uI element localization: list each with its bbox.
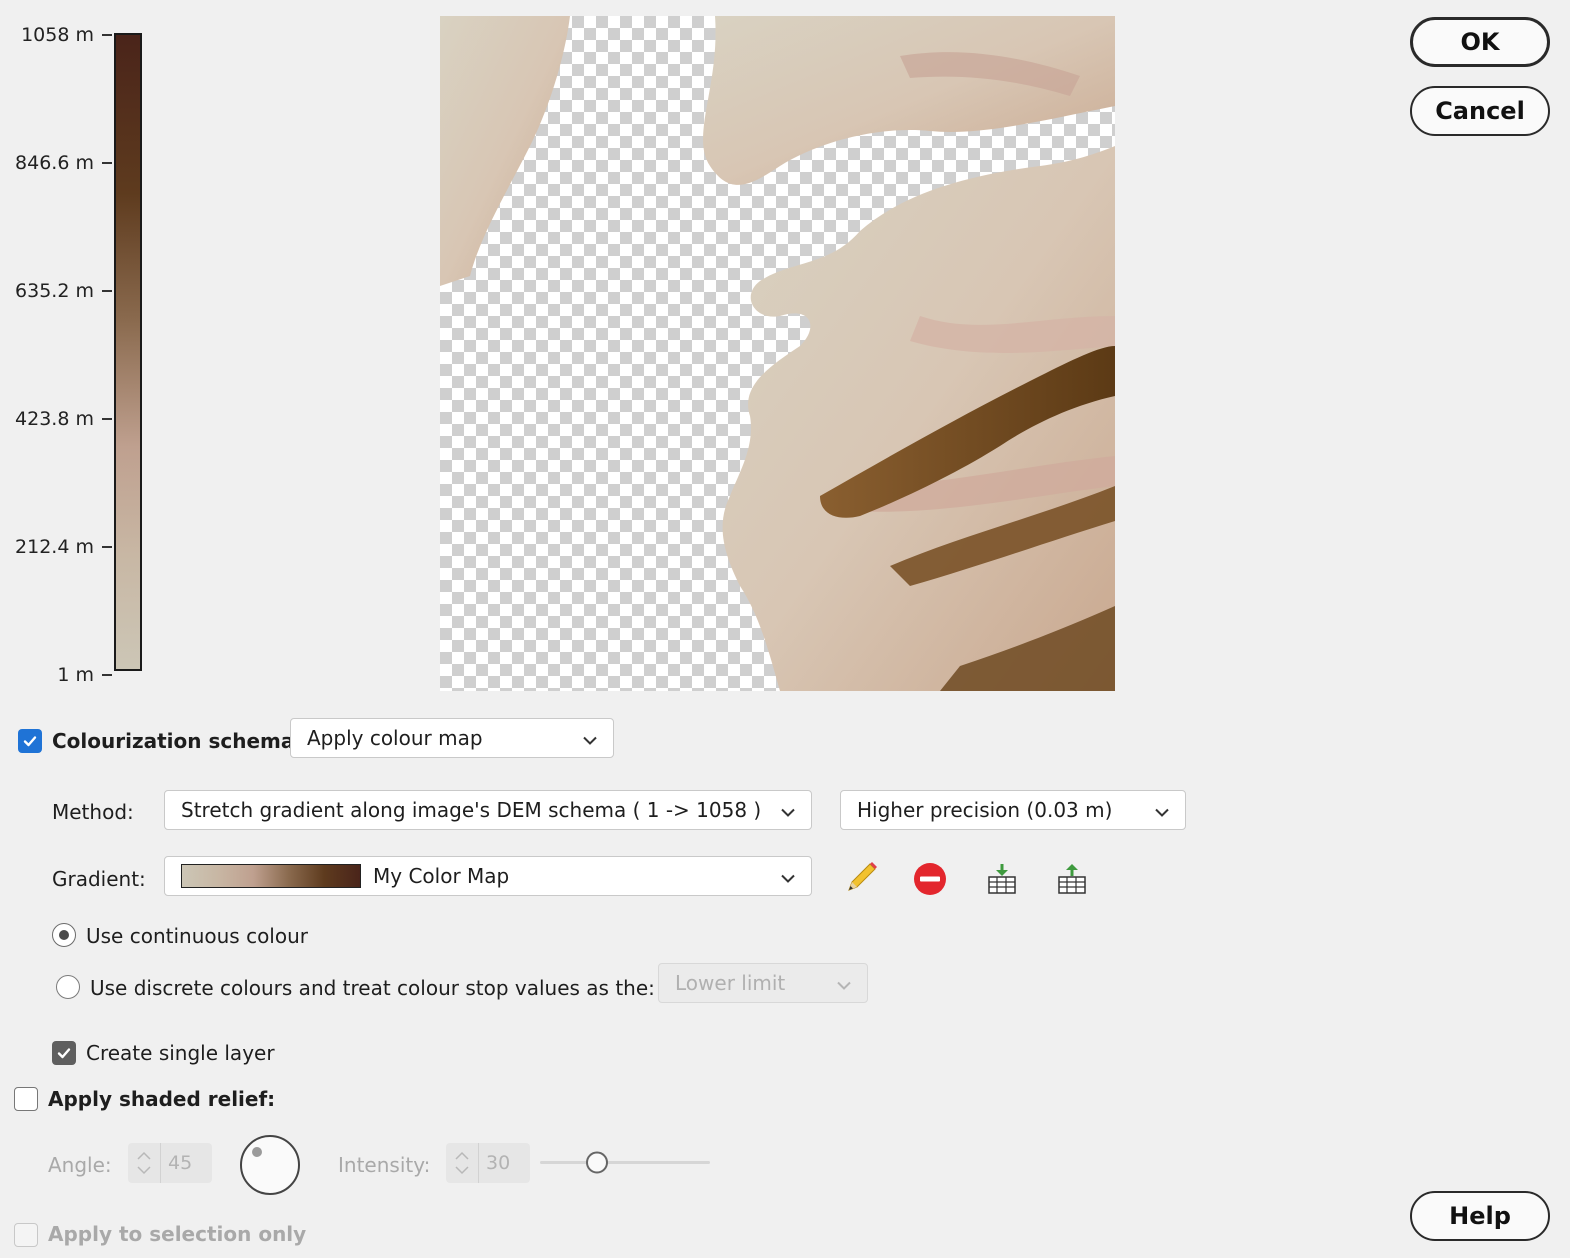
gradient-value: My Color Map — [373, 864, 510, 888]
chevron-down-icon — [781, 798, 795, 822]
colourization-schema-value: Apply colour map — [307, 726, 483, 750]
colourization-schema-select[interactable]: Apply colour map — [290, 718, 614, 758]
legend-tick-label: 423.8 m — [15, 408, 94, 430]
gradient-select[interactable]: My Color Map — [164, 856, 812, 896]
legend-tick-label: 212.4 m — [15, 536, 94, 558]
legend-tick-mark — [102, 674, 112, 676]
legend-tick-mark — [102, 34, 112, 36]
intensity-label: Intensity: — [338, 1153, 431, 1177]
limit-select[interactable]: Lower limit — [658, 963, 868, 1003]
dem-preview-image — [440, 16, 1115, 691]
method-value: Stretch gradient along image's DEM schem… — [181, 798, 762, 822]
intensity-stepper[interactable]: 30 — [446, 1143, 530, 1183]
intensity-value: 30 — [486, 1152, 511, 1174]
limit-value: Lower limit — [675, 971, 786, 995]
discrete-colour-radio[interactable] — [56, 975, 80, 999]
chevron-down-icon — [583, 726, 597, 750]
precision-select[interactable]: Higher precision (0.03 m) — [840, 790, 1186, 830]
precision-value: Higher precision (0.03 m) — [857, 798, 1113, 822]
angle-value: 45 — [168, 1152, 193, 1174]
elevation-legend-bar — [114, 33, 142, 671]
discrete-colour-label: Use discrete colours and treat colour st… — [90, 976, 655, 1000]
legend-tick-label: 1058 m — [21, 24, 94, 46]
legend-tick-label: 846.6 m — [15, 152, 94, 174]
method-label: Method: — [52, 800, 134, 824]
chevron-down-icon — [837, 971, 851, 995]
angle-dial[interactable] — [239, 1134, 301, 1196]
angle-label: Angle: — [48, 1153, 112, 1177]
checkmark-icon — [57, 1048, 71, 1059]
shaded-relief-label: Apply shaded relief: — [48, 1087, 276, 1111]
stepper-arrows-icon[interactable] — [446, 1143, 479, 1183]
remove-icon[interactable] — [912, 861, 948, 897]
help-button[interactable]: Help — [1410, 1191, 1550, 1241]
legend-tick-mark — [102, 162, 112, 164]
shaded-relief-checkbox[interactable] — [14, 1087, 38, 1111]
selection-only-checkbox[interactable] — [14, 1223, 38, 1247]
selection-only-label: Apply to selection only — [48, 1222, 307, 1246]
method-select[interactable]: Stretch gradient along image's DEM schem… — [164, 790, 812, 830]
import-table-icon[interactable] — [984, 862, 1020, 898]
intensity-slider[interactable] — [540, 1150, 710, 1176]
angle-stepper[interactable]: 45 — [128, 1143, 212, 1183]
cancel-button[interactable]: Cancel — [1410, 86, 1550, 136]
stepper-arrows-icon[interactable] — [128, 1143, 161, 1183]
legend-tick-label: 1 m — [57, 664, 94, 686]
export-table-icon[interactable] — [1054, 862, 1090, 898]
gradient-swatch — [181, 864, 361, 888]
legend-tick-mark — [102, 546, 112, 548]
legend-tick-mark — [102, 290, 112, 292]
colourization-label: Colourization schema: — [52, 729, 303, 753]
single-layer-checkbox[interactable] — [52, 1041, 76, 1065]
gradient-label: Gradient: — [52, 867, 146, 891]
legend-tick-label: 635.2 m — [15, 280, 94, 302]
continuous-colour-label: Use continuous colour — [86, 924, 308, 948]
colourization-checkbox[interactable] — [18, 729, 42, 753]
ok-button[interactable]: OK — [1410, 17, 1550, 67]
pencil-icon[interactable] — [843, 860, 879, 896]
terrain-preview-svg — [440, 16, 1115, 691]
single-layer-label: Create single layer — [86, 1041, 275, 1065]
chevron-down-icon — [781, 864, 795, 888]
legend-tick-mark — [102, 418, 112, 420]
chevron-down-icon — [1155, 798, 1169, 822]
checkmark-icon — [23, 736, 37, 747]
continuous-colour-radio[interactable] — [52, 923, 76, 947]
